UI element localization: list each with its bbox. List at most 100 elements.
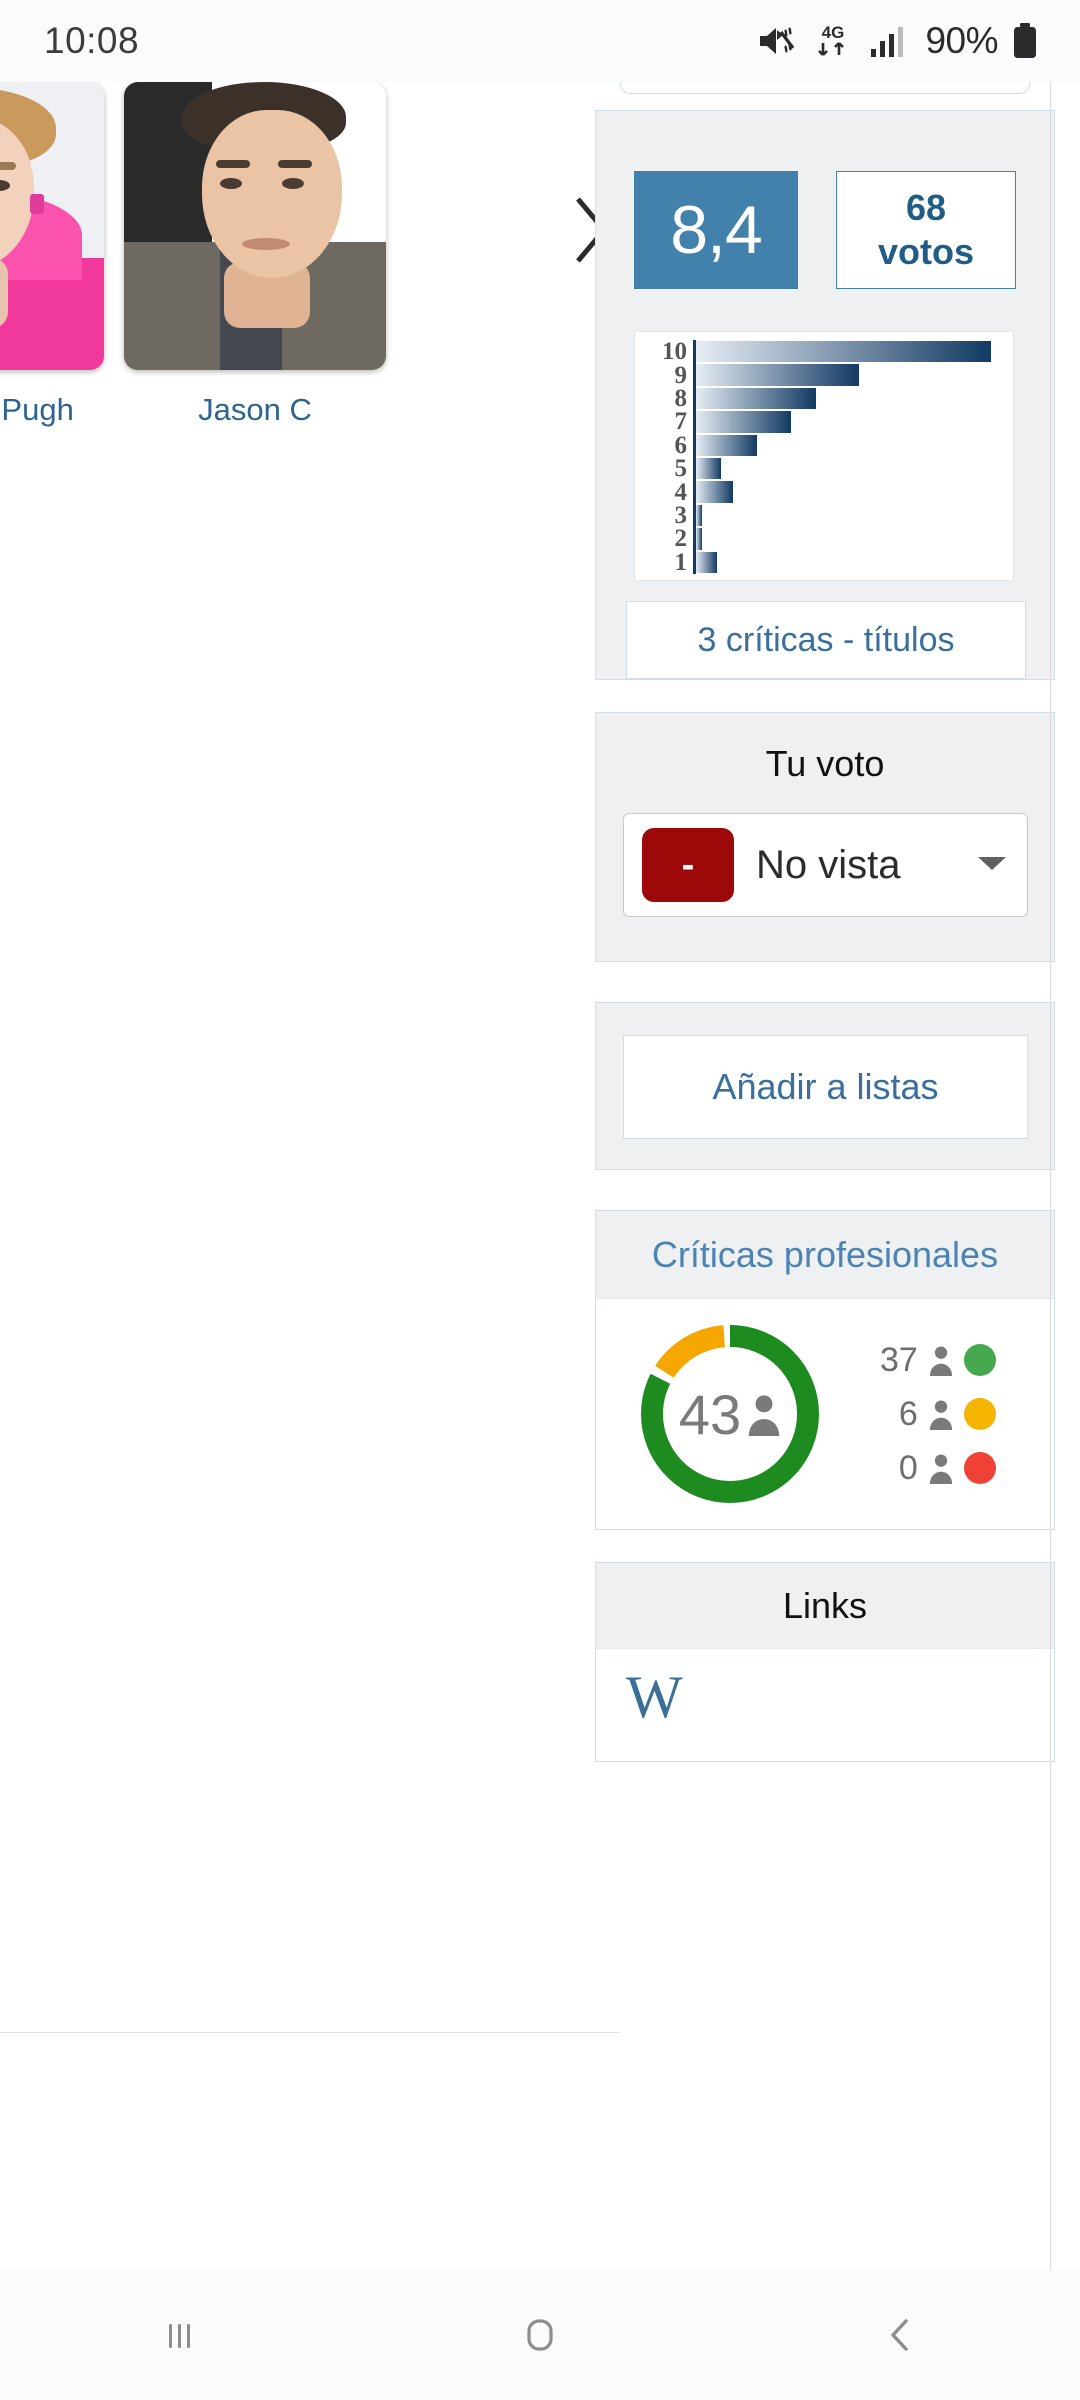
- cast-member-name[interactable]: Jason C: [124, 392, 386, 428]
- back-button[interactable]: [720, 2310, 1080, 2360]
- status-bar-clock: 10:08: [44, 20, 140, 61]
- average-score-badge: 8,4: [634, 171, 798, 289]
- histogram-bar: [696, 411, 792, 433]
- legend-dot-red: [963, 1452, 996, 1484]
- critics-reviews-button[interactable]: 3 críticas - títulos: [626, 601, 1026, 679]
- histogram-bar: [696, 457, 721, 480]
- professional-reviews-title[interactable]: Críticas profesionales: [596, 1211, 1054, 1299]
- synopsis-line: obert: [0, 1003, 635, 1064]
- battery-percent-label: 90%: [925, 20, 998, 61]
- rating-card: 8,4 68 votos 10 9 8 7 6 5 4 3 2 1 3 crít…: [595, 110, 1055, 680]
- histogram-label: 4: [674, 478, 688, 506]
- horizontal-scroll-content[interactable]: amon: [0, 82, 1080, 2270]
- histogram-row: 7: [647, 408, 1003, 436]
- histogram-bar: [696, 434, 758, 456]
- your-vote-chip: -: [642, 828, 734, 902]
- back-icon: [891, 2319, 908, 2351]
- histogram-row: 8: [647, 384, 1003, 412]
- your-vote-value: No vista: [756, 842, 901, 887]
- person-icon: [929, 1454, 952, 1484]
- histogram-bar: [696, 504, 703, 527]
- histogram-label: 10: [662, 338, 687, 366]
- content-divider: [0, 2032, 620, 2033]
- histogram-bar: [696, 364, 859, 386]
- synopsis-line: idera los: [0, 1125, 635, 1186]
- links-title: Links: [596, 1563, 1054, 1649]
- legend-count: 0: [898, 1448, 918, 1487]
- cast-photo[interactable]: [124, 82, 386, 370]
- histogram-bar: [696, 387, 816, 410]
- legend-row-neutral: 6: [880, 1387, 996, 1441]
- histogram-row: 6: [647, 433, 1003, 458]
- page-right-gutter: [1055, 82, 1080, 2270]
- status-bar: 10:08 4G 90%: [0, 0, 1080, 82]
- professional-reviews-body: 43 37 6 0: [596, 1299, 1054, 1529]
- recents-icon: [169, 2324, 190, 2348]
- histogram-label: 1: [674, 548, 688, 576]
- synopsis-line: país. Impactado: [0, 1247, 635, 1308]
- mute-icon: [757, 24, 797, 58]
- cast-carousel[interactable]: amon: [0, 82, 620, 442]
- battery-icon: [1012, 23, 1038, 59]
- histogram-row: 10: [647, 338, 1003, 366]
- professional-reviews-card: Críticas profesionales 43 37 6 0: [595, 1210, 1055, 1530]
- webview-page: amon: [0, 82, 1080, 2270]
- home-button[interactable]: [360, 2309, 720, 2361]
- signal-bars-icon: [869, 25, 907, 57]
- histogram-label: 9: [674, 361, 688, 389]
- professional-reviews-donut-chart: 43: [620, 1314, 840, 1514]
- histogram-label: 3: [674, 501, 688, 529]
- synopsis-line: tonces y: [0, 1430, 635, 1491]
- votes-count-box[interactable]: 68 votos: [836, 171, 1016, 289]
- legend-count: 37: [880, 1340, 918, 1379]
- histogram-bar: [696, 481, 733, 503]
- synopsis-line: onstruir la: [0, 1186, 635, 1247]
- histogram-label: 7: [674, 408, 688, 436]
- histogram-row: 1: [647, 548, 1003, 576]
- recents-button[interactable]: [0, 2312, 360, 2358]
- legend-row-negative: 0: [880, 1441, 996, 1495]
- cast-photo[interactable]: [0, 82, 104, 370]
- histogram-row: 2: [647, 526, 1003, 551]
- cast-member-card[interactable]: Jason C: [124, 82, 386, 428]
- legend-count: 6: [898, 1394, 918, 1433]
- histogram-row: 3: [647, 501, 1003, 529]
- person-icon: [748, 1395, 780, 1436]
- donut-total: 43: [678, 1382, 742, 1446]
- android-navigation-bar: [0, 2270, 1080, 2400]
- your-vote-title: Tu voto: [765, 743, 885, 784]
- home-icon: [527, 2319, 553, 2351]
- legend-dot-green: [963, 1344, 996, 1376]
- wikipedia-link[interactable]: W: [596, 1649, 1054, 1727]
- svg-text:4G: 4G: [822, 23, 845, 42]
- synopsis-text: brillante físico obert rphy), al frente …: [0, 942, 635, 1613]
- synopsis-line: Oppenheimer: [0, 1308, 635, 1369]
- votes-count: 68: [905, 187, 947, 229]
- actor-portrait-florence-pugh: [0, 82, 104, 370]
- legend-row-positive: 37: [880, 1333, 996, 1387]
- synopsis-line: encias morales: [0, 1369, 635, 1430]
- data-transfer-icon: 4G: [811, 21, 855, 61]
- professional-reviews-legend: 37 6 0: [880, 1333, 996, 1495]
- cast-member-name[interactable]: Florence Pugh: [0, 392, 104, 428]
- star-rating-widget[interactable]: [620, 82, 1030, 94]
- add-to-lists-button[interactable]: Añadir a listas: [623, 1035, 1028, 1139]
- links-card: Links W: [595, 1562, 1055, 1762]
- votes-histogram-chart: 10 9 8 7 6 5 4 3 2 1: [634, 331, 1014, 581]
- your-vote-select[interactable]: - No vista: [623, 813, 1028, 917]
- chevron-down-icon[interactable]: [975, 852, 1009, 879]
- cast-member-card[interactable]: Florence Pugh: [0, 82, 104, 428]
- histogram-label: 8: [674, 384, 688, 412]
- synopsis-line: nas nucleares.: [0, 1552, 635, 1613]
- histogram-row: 5: [647, 456, 1003, 481]
- donut-center-value: 43: [620, 1314, 840, 1514]
- person-icon: [929, 1346, 952, 1376]
- synopsis-line: brillante físico: [0, 942, 635, 1003]
- add-to-lists-card: Añadir a listas: [595, 1002, 1055, 1170]
- status-bar-icons: 4G 90%: [757, 20, 1038, 62]
- page-right-edge: [1050, 82, 1051, 2270]
- synopsis-line: a, se opondría: [0, 1491, 635, 1552]
- synopsis-line: rphy), al frente: [0, 1064, 635, 1125]
- actor-portrait-jason-clarke: [124, 82, 386, 370]
- histogram-row: 4: [647, 478, 1003, 506]
